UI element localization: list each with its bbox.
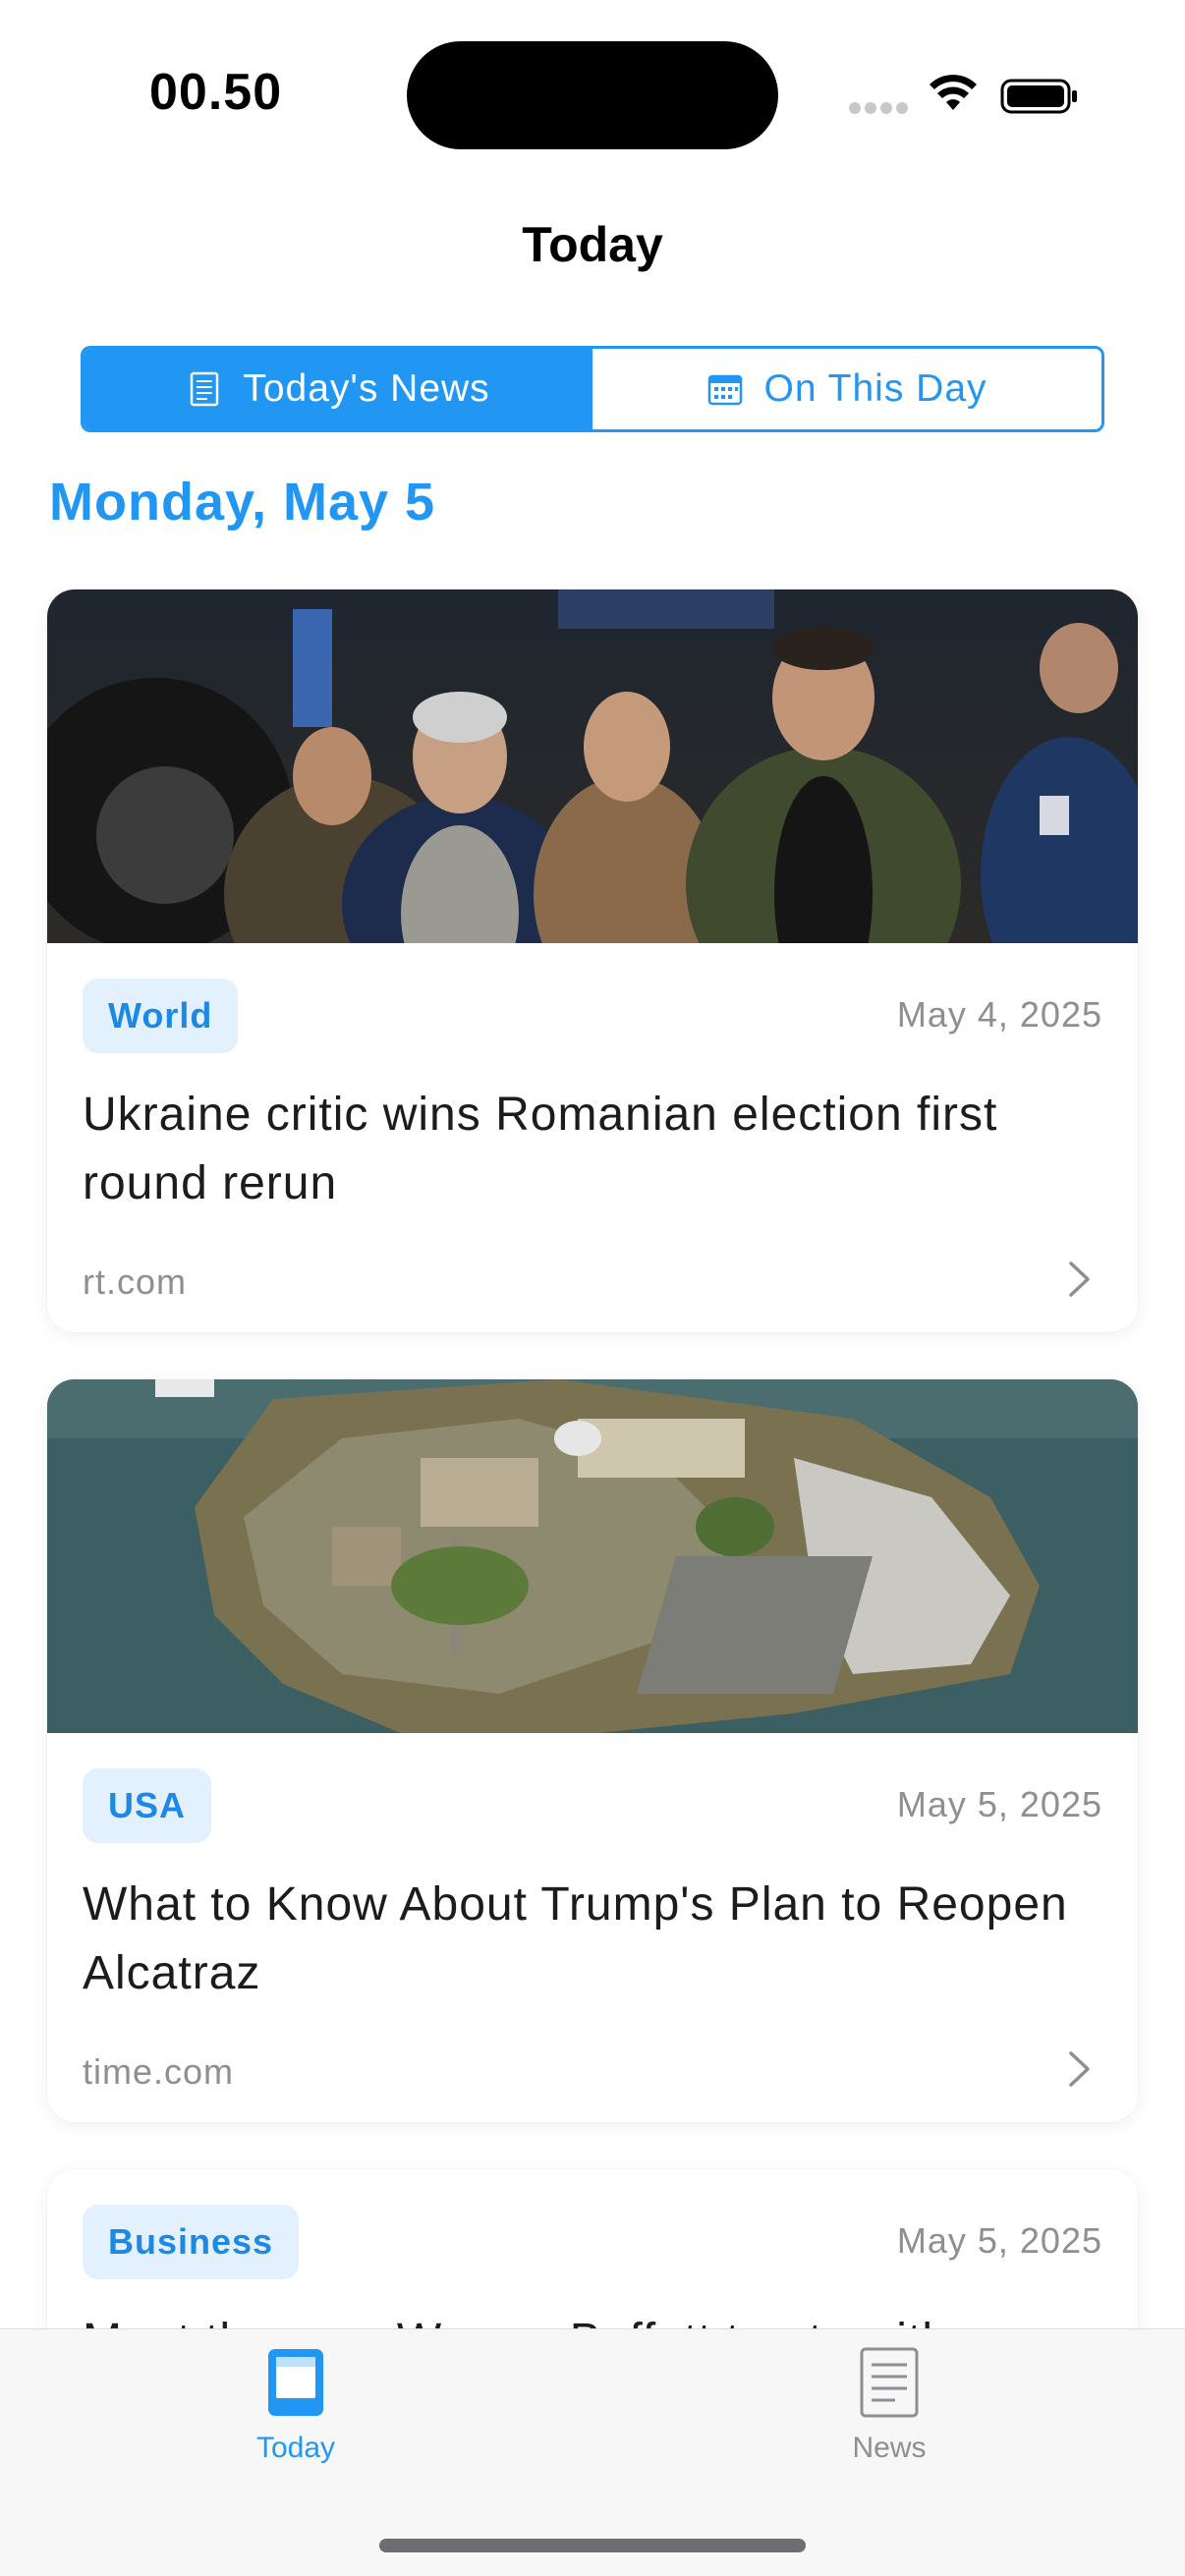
article-date: May 5, 2025 xyxy=(896,2220,1102,2261)
chevron-right-icon xyxy=(1069,1261,1090,1297)
page-title: Today xyxy=(522,217,663,272)
tab-news[interactable]: News xyxy=(771,2345,1007,2465)
signal-dots-icon xyxy=(849,102,908,116)
calendar-icon xyxy=(708,374,743,406)
segment-on-this-day[interactable]: On This Day xyxy=(592,349,1101,429)
dynamic-island xyxy=(407,41,778,149)
article-date: May 5, 2025 xyxy=(896,1784,1102,1824)
article-card[interactable]: World May 4, 2025 Ukraine critic wins Ro… xyxy=(47,589,1138,1332)
today-screen: 00.50 Today Today's News On This Day Mon… xyxy=(0,0,1185,2576)
tab-today-label: Today xyxy=(255,2432,336,2464)
segment-on-this-day-label: On This Day xyxy=(763,367,988,410)
status-time: 00.50 xyxy=(149,64,283,121)
article-image xyxy=(47,589,1138,943)
article-card[interactable]: USA May 5, 2025 What to Know About Trump… xyxy=(47,1379,1138,2122)
book-icon xyxy=(268,2349,323,2416)
article-source: time.com xyxy=(83,2051,235,2092)
article-headline: What to Know About Trump's Plan to Reope… xyxy=(83,1878,1068,1999)
category-tag: Business xyxy=(83,2205,300,2279)
newspaper-icon xyxy=(191,371,219,407)
home-indicator[interactable] xyxy=(379,2539,806,2552)
tab-news-label: News xyxy=(852,2432,927,2464)
article-date: May 4, 2025 xyxy=(896,994,1102,1035)
article-image xyxy=(47,1379,1138,1733)
tab-today[interactable]: Today xyxy=(178,2345,414,2465)
newspaper-icon xyxy=(860,2347,919,2418)
category-tag: USA xyxy=(83,1768,212,1843)
news-segmented-control: Today's News On This Day xyxy=(81,346,1104,432)
date-heading: Monday, May 5 xyxy=(49,473,436,532)
category-tag: World xyxy=(83,979,239,1053)
article-source: rt.com xyxy=(83,1261,188,1302)
battery-icon xyxy=(1000,79,1077,114)
chevron-right-icon xyxy=(1069,2051,1090,2087)
wifi-icon xyxy=(930,75,977,110)
segment-todays-news-label: Today's News xyxy=(243,367,490,410)
segment-todays-news[interactable]: Today's News xyxy=(84,349,592,429)
article-headline: Ukraine critic wins Romanian election fi… xyxy=(83,1089,998,1209)
